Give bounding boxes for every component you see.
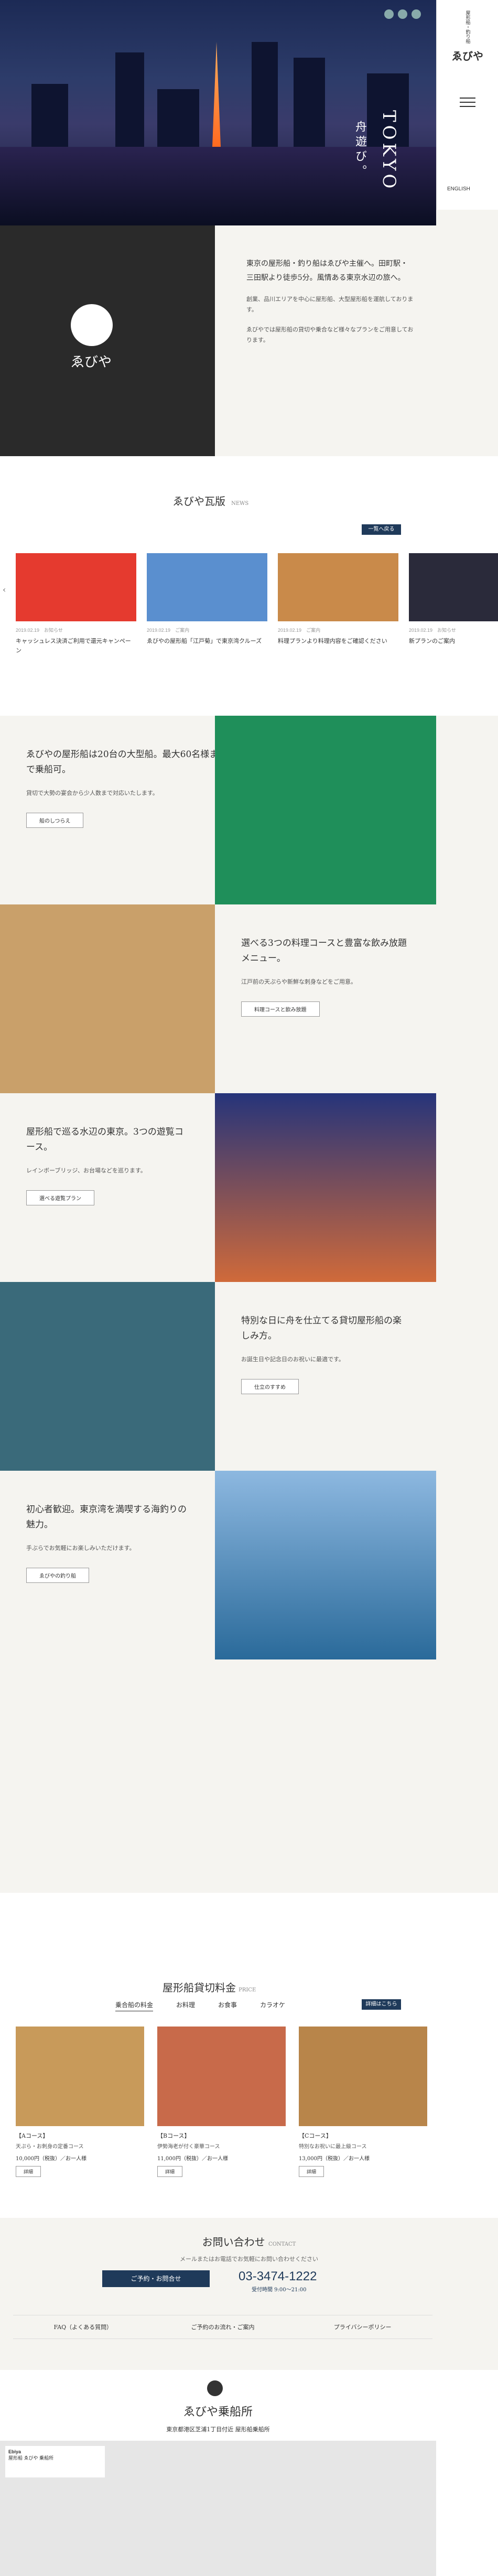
news-en: NEWS xyxy=(231,501,249,506)
boat-photo: ゑびや xyxy=(0,225,215,456)
hero-copy: TOKYO xyxy=(378,110,399,192)
facebook-icon[interactable] xyxy=(384,9,394,19)
map[interactable]: Ebiya 屋形船 ゑびや 乗船所 xyxy=(0,2441,436,2576)
menu-icon[interactable] xyxy=(460,94,475,110)
price-more-button[interactable]: 詳細はこちら xyxy=(362,1999,401,2010)
price-tab[interactable]: お食事 xyxy=(218,2000,237,2011)
instagram-icon[interactable] xyxy=(412,9,421,19)
map-info-card: Ebiya 屋形船 ゑびや 乗船所 xyxy=(5,2446,105,2477)
boat-interior-image xyxy=(215,716,436,904)
brand-name: ゑびや xyxy=(71,354,112,370)
feature-text: ゑびやの屋形船は20台の大型船。最大60名様まで乗船可。 貸切で大勢の宴会から少人… xyxy=(0,716,249,904)
price-tab[interactable]: 乗合船の料金 xyxy=(115,2000,154,2011)
price-card[interactable]: 【Cコース】 特別なお祝いに最上級コース 13,000円（税抜）／お一人様 詳細 xyxy=(299,2027,427,2177)
price-title: 屋形船貸切料金 xyxy=(163,1981,236,1994)
access-section: ゑびや乗船所 東京都港区芝浦1丁目付近 屋形船乗船所 Ebiya 屋形船 ゑびや… xyxy=(0,2370,498,2576)
price-card[interactable]: 【Aコース】 天ぷら・お刺身の定番コース 10,000円（税抜）／お一人様 詳細 xyxy=(16,2027,144,2177)
news-more-button[interactable]: 一覧へ戻る xyxy=(362,524,401,535)
feature-row: 屋形船で巡る水辺の東京。3つの遊覧コース。 レインボーブリッジ、お台場などを巡りま… xyxy=(0,1093,498,1282)
rainbow-bridge-image xyxy=(215,1093,436,1282)
feature-button[interactable]: ゑびやの釣り船 xyxy=(26,1567,89,1583)
footer-links: FAQ（よくある質問） ご予約のお流れ・ご案内 プライバシーポリシー xyxy=(13,2315,432,2339)
contact-subtitle: メールまたはお電話でお気軽にお問い合わせください xyxy=(180,2256,318,2262)
logo-title: ゑびや xyxy=(452,50,483,62)
intro-section: ゑびや 東京の屋形船・釣り船はゑびや主催へ。田町駅・三田駅より徒歩5分。風情ある… xyxy=(0,225,498,456)
news-title: ゑびや瓦版 xyxy=(173,495,225,508)
price-tabs: 乗合船の料金 お料理 お食事 カラオケ xyxy=(115,2000,285,2011)
tokyo-tower-image xyxy=(212,42,221,147)
price-tab[interactable]: お料理 xyxy=(176,2000,195,2011)
contact-mail-button[interactable]: ご予約・お問合せ xyxy=(102,2270,210,2287)
contact-phone[interactable]: 03-3474-1222 xyxy=(239,2269,317,2284)
news-card[interactable]: 2019.02.19 お知らせ キャッシュレス決済ご利用で還元キャンペーン xyxy=(16,553,136,655)
feature-text: 特別な日に舟を仕立てる貸切屋形船の楽しみ方。 お誕生日や記念日のお祝いに最適です。… xyxy=(215,1282,436,1471)
contact-title: お問い合わせ CONTACT xyxy=(202,2236,296,2248)
logo-subtitle: 屋形船・釣り船 xyxy=(464,10,470,44)
page: 屋形船・釣り船 ゑびや ENGLISH TOKYO 舟遊び。 ゑびや 東京の屋形… xyxy=(0,0,498,2576)
food-image xyxy=(0,904,215,1093)
language-link[interactable]: ENGLISH xyxy=(447,186,470,192)
news-heading: ゑびや瓦版 NEWS xyxy=(173,493,248,508)
price-list: 【Aコース】 天ぷら・お刺身の定番コース 10,000円（税抜）／お一人様 詳細 【… xyxy=(16,2027,427,2177)
feature-button[interactable]: 船のしつらえ xyxy=(26,812,84,828)
news-section: ゑびや瓦版 NEWS 一覧へ戻る ‹ › 2019.02.19 お知らせ キャッ… xyxy=(0,456,498,716)
crest-icon xyxy=(71,304,113,346)
bay-water xyxy=(0,147,436,225)
feature-button[interactable]: 料理コースと飲み放題 xyxy=(241,1001,320,1017)
feature-row: 選べる3つの料理コースと豊富な飲み放題メニュー。 江戸前の天ぷらや新鮮な刺身などを… xyxy=(0,904,498,1093)
intro-lead: 東京の屋形船・釣り船はゑびや主催へ。田町駅・三田駅より徒歩5分。風情ある東京水辺… xyxy=(246,260,408,282)
hero-section: TOKYO 舟遊び。 xyxy=(0,0,436,225)
feature-row: ゑびやの屋形船は20台の大型船。最大60名様まで乗船可。 貸切で大勢の宴会から少人… xyxy=(0,716,498,904)
ukiyoe-image xyxy=(0,1282,215,1471)
feature-row: 特別な日に舟を仕立てる貸切屋形船の楽しみ方。 お誕生日や記念日のお祝いに最適です。… xyxy=(0,1282,498,1471)
site-logo[interactable]: 屋形船・釣り船 ゑびや xyxy=(446,10,489,63)
contact-hours: 受付時間 9:00〜21:00 xyxy=(252,2287,307,2293)
news-card[interactable]: 2019.02.19 ご案内 ゑびやの屋形船「江戸菊」で東京湾クルーズ xyxy=(147,553,267,655)
news-list: 2019.02.19 お知らせ キャッシュレス決済ご利用で還元キャンペーン 20… xyxy=(0,553,498,655)
access-title: ゑびや乗船所 xyxy=(183,2406,253,2419)
feature-button[interactable]: 仕立のすすめ xyxy=(241,1378,299,1394)
price-card[interactable]: 【Bコース】 伊勢海老が付く豪華コース 11,000円（税抜）／お一人様 詳細 xyxy=(157,2027,286,2177)
price-tab[interactable]: カラオケ xyxy=(260,2000,285,2011)
hero-subcopy: 舟遊び。 xyxy=(353,121,366,179)
feature-text: 選べる3つの料理コースと豊富な飲み放題メニュー。 江戸前の天ぷらや新鮮な刺身などを… xyxy=(215,904,436,1093)
fishing-boat-image xyxy=(215,1471,436,1659)
access-address: 東京都港区芝浦1丁目付近 屋形船乗船所 xyxy=(166,2426,270,2433)
feature-text: 屋形船で巡る水辺の東京。3つの遊覧コース。 レインボーブリッジ、お台場などを巡りま… xyxy=(0,1093,215,1282)
feature-row: 初心者歓迎。東京湾を満喫する海釣りの魅力。 手ぶらでお気軽にお楽しみいただけます。… xyxy=(0,1471,498,1659)
social-links xyxy=(384,9,421,19)
contact-section: お問い合わせ CONTACT メールまたはお電話でお気軽にお問い合わせください … xyxy=(0,2218,498,2370)
privacy-link[interactable]: プライバシーポリシー xyxy=(293,2315,432,2338)
guide-link[interactable]: ご予約のお流れ・ご案内 xyxy=(153,2315,293,2338)
site-header: 屋形船・釣り船 ゑびや ENGLISH xyxy=(384,0,498,210)
twitter-icon[interactable] xyxy=(398,9,407,19)
intro-detail: ゑびやでは屋形船の貸切や乗合など様々なプランをご用意しております。 xyxy=(246,326,414,343)
location-icon xyxy=(207,2380,223,2396)
faq-link[interactable]: FAQ（よくある質問） xyxy=(13,2315,153,2338)
news-card[interactable]: 2019.02.19 お知らせ 新プランのご案内 xyxy=(409,553,498,655)
feature-text: 初心者歓迎。東京湾を満喫する海釣りの魅力。 手ぶらでお気軽にお楽しみいただけます。… xyxy=(0,1471,215,1659)
intro-text: 東京の屋形船・釣り船はゑびや主催へ。田町駅・三田駅より徒歩5分。風情ある東京水辺… xyxy=(246,257,414,354)
intro-body: 創業、品川エリアを中心に屋形船、大型屋形船を運航しております。 xyxy=(246,296,414,313)
price-section: 屋形船貸切料金 PRICE 乗合船の料金 お料理 お食事 カラオケ 詳細はこちら… xyxy=(0,1893,498,2218)
price-heading: 屋形船貸切料金 PRICE xyxy=(163,1981,256,1994)
feature-button[interactable]: 選べる遊覧プラン xyxy=(26,1190,94,1205)
news-card[interactable]: 2019.02.19 ご案内 料理プランより料理内容をご確認ください xyxy=(278,553,398,655)
